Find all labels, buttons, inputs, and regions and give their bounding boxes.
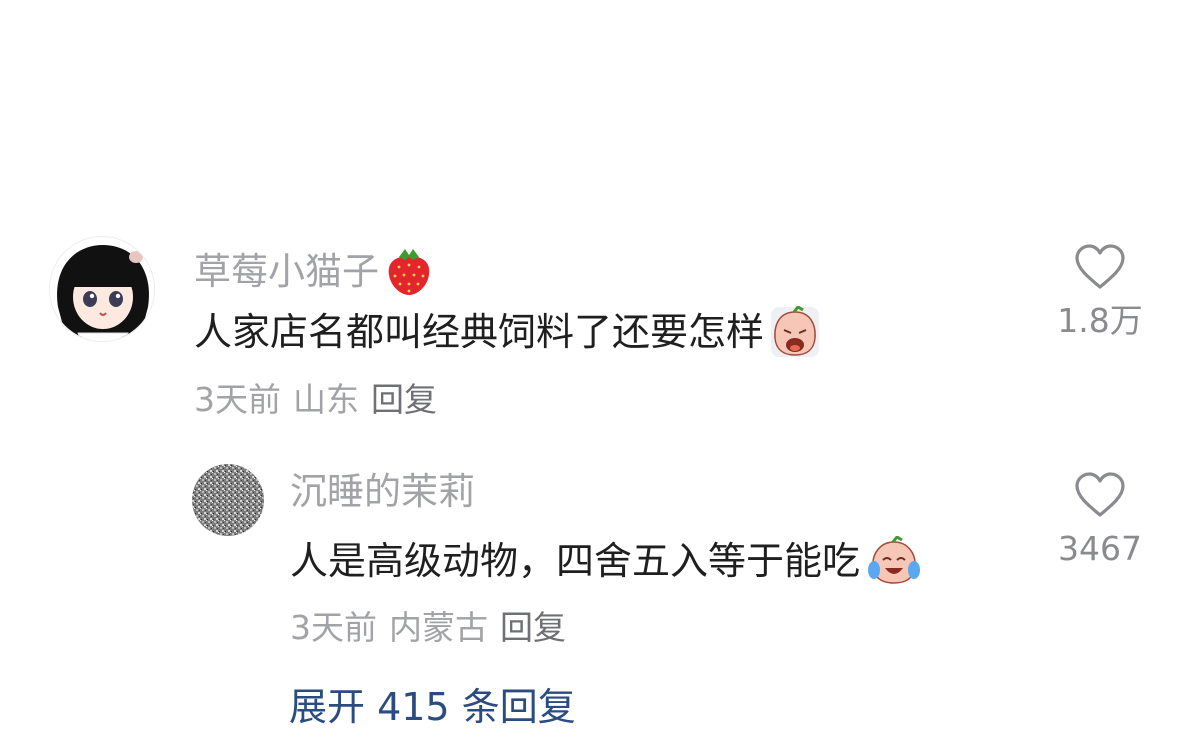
heart-icon <box>1075 472 1125 517</box>
reply-button[interactable]: 回复 <box>500 611 566 644</box>
comment-location: 内蒙古 <box>389 608 488 647</box>
avatar-illustration <box>50 237 154 341</box>
laughing-tears-icon <box>868 536 921 584</box>
username-text: 草莓小猫子 <box>194 249 379 293</box>
comment-meta: 3天前 山东 回复 <box>194 383 437 416</box>
expand-replies-button[interactable]: 展开 415 条回复 <box>289 688 576 726</box>
reply-button[interactable]: 回复 <box>371 383 437 416</box>
strawberry-icon <box>388 249 430 295</box>
heart-icon <box>1075 244 1125 289</box>
comment-body: 人是高级动物，四舍五入等于能吃 <box>290 539 861 583</box>
like-count: 3467 <box>1058 529 1142 568</box>
comment-location: 山东 <box>293 380 359 419</box>
comment-username[interactable]: 沉睡的茉莉 <box>290 473 475 510</box>
username-text: 沉睡的茉莉 <box>290 470 475 513</box>
comment-text: 人是高级动物，四舍五入等于能吃 <box>290 536 922 586</box>
comment-thread: 草莓小猫子 人家店名都叫经典饲料了还要怎样 3天前 山东 回复 1.8万 沉睡的… <box>0 0 1179 754</box>
comment-time: 3天前 <box>290 608 377 647</box>
comment-username[interactable]: 草莓小猫子 <box>194 245 433 297</box>
comment-text: 人家店名都叫经典饲料了还要怎样 <box>194 306 820 358</box>
avatar-noise-pattern <box>192 464 264 536</box>
comment-body: 人家店名都叫经典饲料了还要怎样 <box>194 310 765 354</box>
user-avatar[interactable] <box>192 464 264 536</box>
user-avatar[interactable] <box>49 236 155 342</box>
crying-face-icon <box>771 306 820 357</box>
like-button[interactable]: 1.8万 <box>1045 244 1155 337</box>
comment-time: 3天前 <box>194 380 281 419</box>
like-count: 1.8万 <box>1057 301 1143 340</box>
comment-meta: 3天前 内蒙古 回复 <box>290 611 566 644</box>
like-button[interactable]: 3467 <box>1045 472 1155 565</box>
